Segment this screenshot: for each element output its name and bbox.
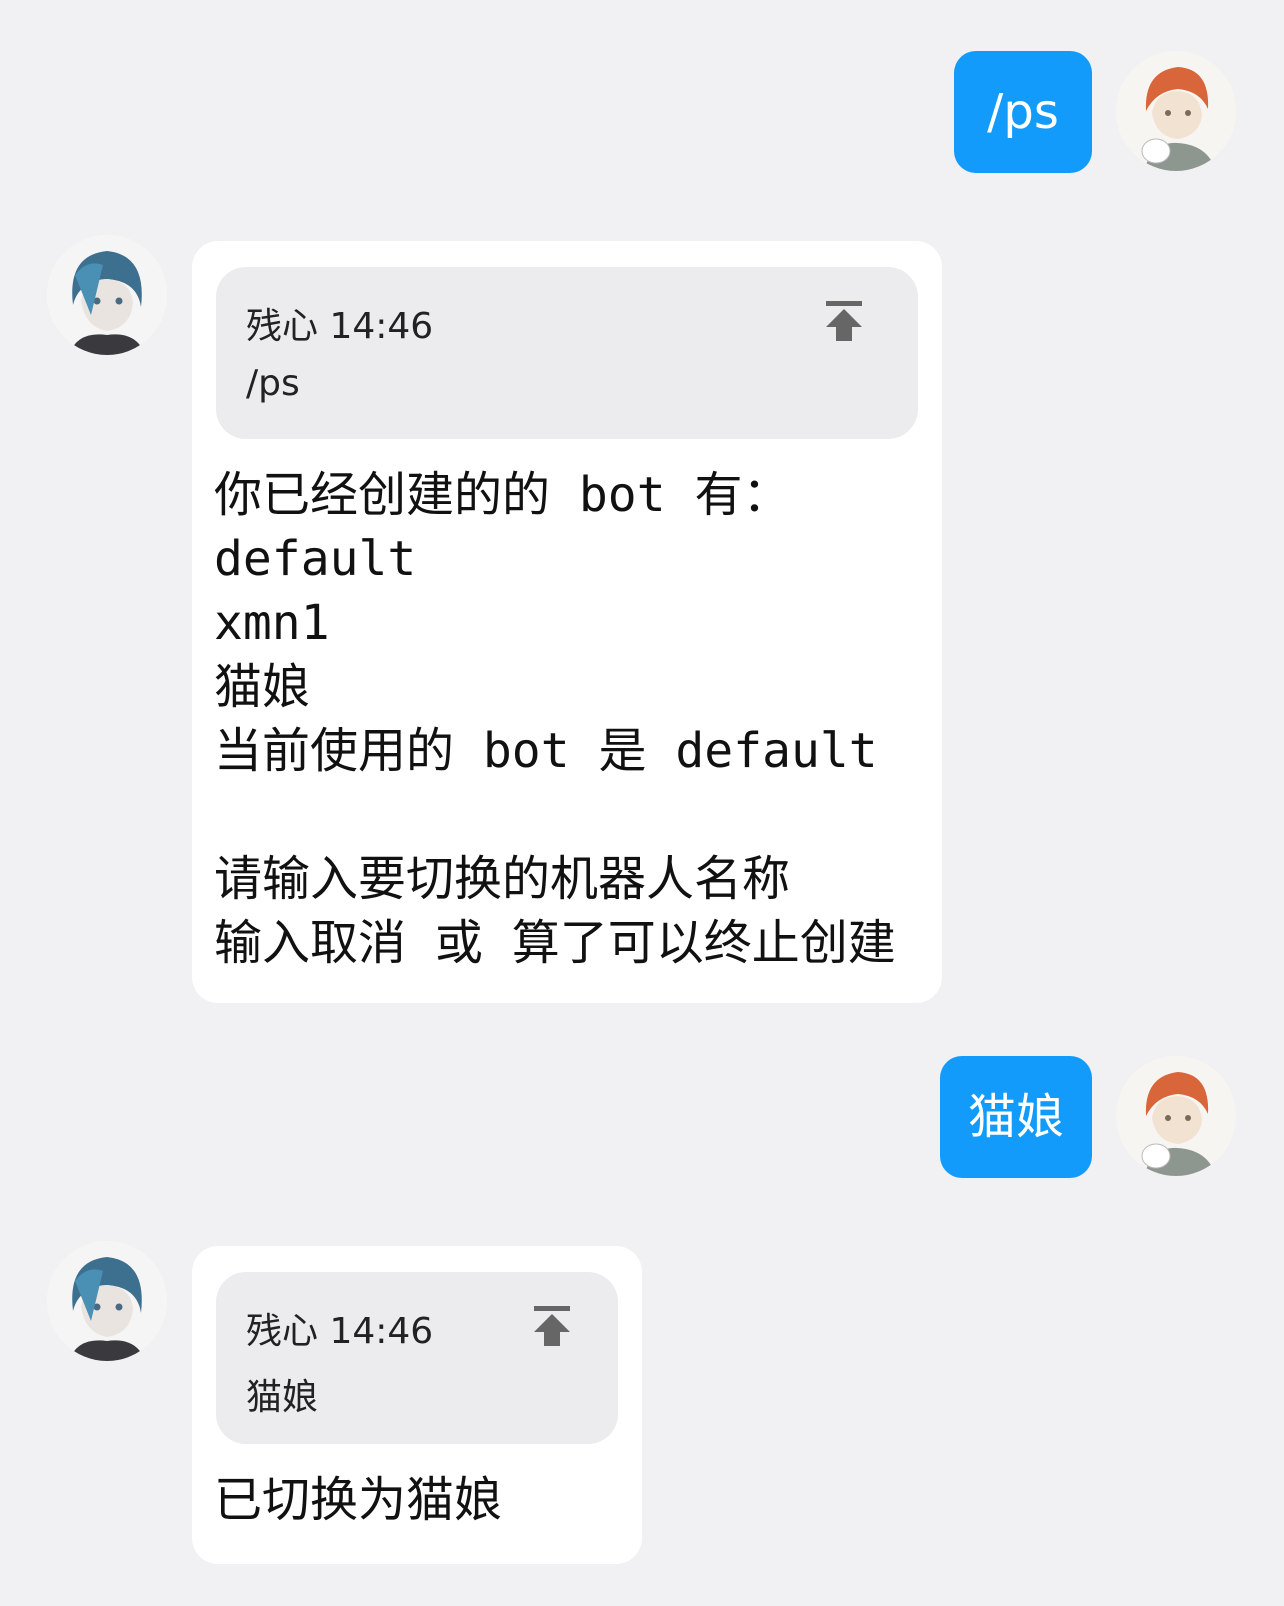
bot-avatar[interactable] xyxy=(47,235,167,355)
quote-sender: 残心 xyxy=(246,306,319,347)
quote-text: /ps xyxy=(246,363,300,404)
user-avatar[interactable] xyxy=(1116,51,1236,171)
user-avatar[interactable] xyxy=(1116,1056,1236,1176)
quote-sender-time: 残心 14:46 xyxy=(246,1302,433,1354)
bot-avatar-image xyxy=(47,235,167,355)
quote-time: 14:46 xyxy=(329,1311,434,1352)
sent-message-bubble[interactable]: /ps xyxy=(954,51,1092,173)
sent-message-bubble[interactable]: 猫娘 xyxy=(940,1056,1092,1178)
bot-avatar[interactable] xyxy=(47,1241,167,1361)
sent-message-text: /ps xyxy=(987,84,1059,140)
message-body-text: 你已经创建的的 bot 有： default xmn1 猫娘 当前使用的 bot… xyxy=(214,467,896,971)
quote-sender: 残心 xyxy=(246,1311,319,1352)
quoted-message[interactable]: 残心 14:46 猫娘 xyxy=(216,1272,618,1444)
sent-message-text: 猫娘 xyxy=(967,1089,1064,1145)
received-message-card[interactable]: 残心 14:46 /ps 你已经创建的的 bot 有： default xmn1… xyxy=(192,241,942,1003)
quoted-message[interactable]: 残心 14:46 /ps xyxy=(216,267,918,439)
quote-time: 14:46 xyxy=(329,306,434,347)
received-message-card[interactable]: 残心 14:46 猫娘 已切换为猫娘 xyxy=(192,1246,642,1564)
user-avatar-image xyxy=(1116,51,1236,171)
user-avatar-image xyxy=(1116,1056,1236,1176)
quote-text: 猫娘 xyxy=(246,1377,319,1418)
message-body-text: 已切换为猫娘 xyxy=(214,1472,503,1528)
bot-avatar-image xyxy=(47,1241,167,1361)
jump-to-top-icon[interactable] xyxy=(824,299,864,343)
quote-sender-time: 残心 14:46 xyxy=(246,297,433,349)
jump-to-top-icon[interactable] xyxy=(532,1304,572,1348)
